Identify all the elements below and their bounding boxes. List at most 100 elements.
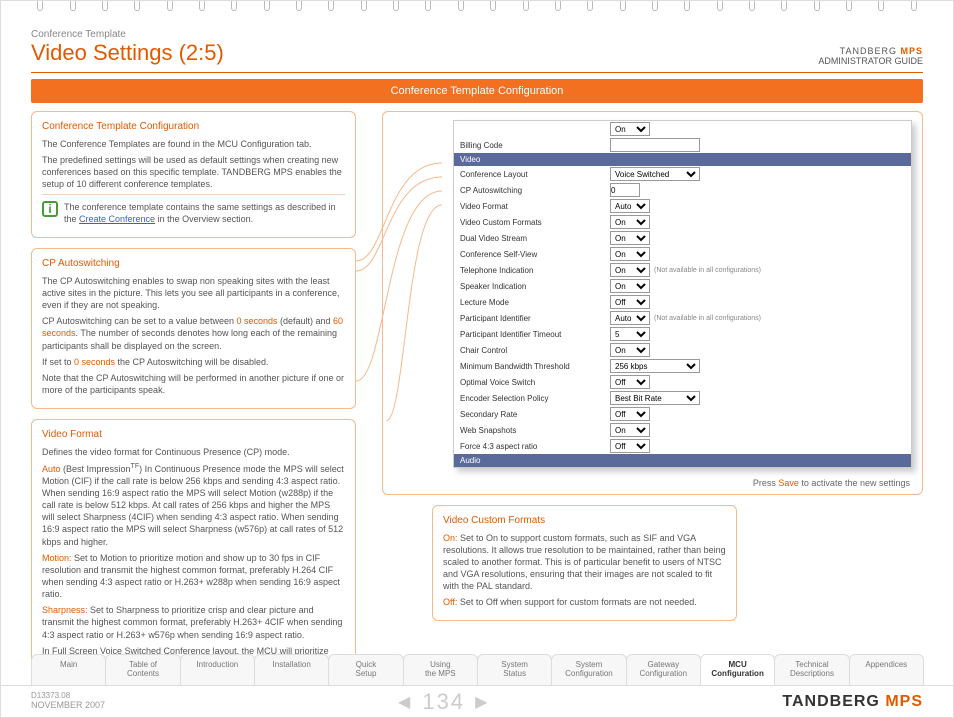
setting-row: Participant Identifier Timeout5: [454, 326, 911, 342]
cp-p2: CP Autoswitching can be set to a value b…: [42, 315, 345, 351]
setting-row: Optimal Voice SwitchOff: [454, 374, 911, 390]
setting-label: Conference Self-View: [460, 250, 610, 259]
header-rule: [31, 72, 923, 73]
page-number: 134: [422, 689, 465, 715]
footer-brand: TANDBERG MPS: [782, 693, 923, 711]
brand-main: TANDBERG: [840, 46, 897, 56]
setting-row: Web SnapshotsOn: [454, 422, 911, 438]
nav-tabs: MainTable ofContentsIntroductionInstalla…: [31, 654, 923, 685]
setting-label: Telephone Indication: [460, 266, 610, 275]
nav-tab[interactable]: QuickSetup: [328, 654, 403, 685]
setting-row: Participant IdentifierAuto (Not available…: [454, 310, 911, 326]
setting-label: Conference Layout: [460, 170, 610, 179]
setting-select[interactable]: Off: [610, 439, 650, 453]
prev-page-arrow-icon[interactable]: ◀: [398, 692, 412, 712]
setting-label: Dual Video Stream: [460, 234, 610, 243]
setting-note: (Not available in all configurations): [654, 315, 761, 322]
guide-label: ADMINISTRATOR GUIDE: [818, 56, 923, 66]
nav-tab[interactable]: Usingthe MPS: [403, 654, 478, 685]
setting-select[interactable]: 5: [610, 327, 650, 341]
config-info-post: in the Overview section.: [155, 214, 253, 224]
vcf-box: Video Custom Formats On: Set to On to su…: [432, 505, 737, 621]
setting-label: Web Snapshots: [460, 426, 610, 435]
vf-auto: Auto (Best ImpressionTF) In Continuous P…: [42, 462, 345, 548]
nav-tab[interactable]: Main: [31, 654, 106, 685]
page-footer: D13373.08 NOVEMBER 2007 ◀ 134 ▶ TANDBERG…: [1, 685, 953, 717]
setting-input[interactable]: [610, 138, 700, 152]
setting-label: Speaker Indication: [460, 282, 610, 291]
setting-label: Minimum Bandwidth Threshold: [460, 362, 610, 371]
setting-row: Speaker IndicationOn: [454, 278, 911, 294]
setting-row: Chair ControlOn: [454, 342, 911, 358]
setting-row: Billing Code: [454, 137, 911, 153]
vf-motion: Motion: Set to Motion to prioritize moti…: [42, 552, 345, 601]
setting-input[interactable]: [610, 183, 640, 197]
nav-tab[interactable]: GatewayConfiguration: [626, 654, 701, 685]
setting-select[interactable]: On: [610, 423, 650, 437]
setting-select[interactable]: On: [610, 215, 650, 229]
setting-label: Participant Identifier Timeout: [460, 330, 610, 339]
screenshot-container: OnBilling CodeVideoConference LayoutVoic…: [382, 111, 923, 495]
setting-label: Video Custom Formats: [460, 218, 610, 227]
settings-screenshot: OnBilling CodeVideoConference LayoutVoic…: [453, 120, 912, 468]
setting-select[interactable]: On: [610, 247, 650, 261]
template-label: Conference Template: [31, 29, 224, 40]
setting-row: Conference Self-ViewOn: [454, 246, 911, 262]
setting-select[interactable]: On: [610, 343, 650, 357]
nav-tab[interactable]: Appendices: [849, 654, 924, 685]
cp-p1: The CP Autoswitching enables to swap non…: [42, 275, 345, 311]
nav-tab[interactable]: TechnicalDescriptions: [774, 654, 849, 685]
spiral-binding: [1, 1, 953, 15]
setting-select[interactable]: On: [610, 122, 650, 136]
create-conference-link[interactable]: Create Conference: [79, 214, 155, 224]
setting-row: Lecture ModeOff: [454, 294, 911, 310]
setting-row: CP Autoswitching: [454, 182, 911, 198]
setting-select[interactable]: On: [610, 231, 650, 245]
vf-sharp: Sharpness: Set to Sharpness to prioritiz…: [42, 604, 345, 640]
setting-select[interactable]: Voice Switched: [610, 167, 700, 181]
setting-note: (Not available in all configurations): [654, 267, 761, 274]
pager: ◀ 134 ▶: [105, 689, 782, 715]
setting-row: Video FormatAuto: [454, 198, 911, 214]
cp-heading: CP Autoswitching: [42, 257, 345, 271]
setting-select[interactable]: Off: [610, 375, 650, 389]
setting-label: Billing Code: [460, 141, 610, 150]
nav-tab[interactable]: SystemConfiguration: [551, 654, 626, 685]
nav-tab[interactable]: MCUConfiguration: [700, 654, 775, 685]
config-heading: Conference Template Configuration: [42, 120, 345, 134]
config-p2: The predefined settings will be used as …: [42, 154, 345, 190]
nav-tab[interactable]: Table ofContents: [105, 654, 180, 685]
setting-select[interactable]: On: [610, 263, 650, 277]
nav-tab[interactable]: Installation: [254, 654, 329, 685]
config-info: The conference template contains the sam…: [64, 201, 345, 225]
setting-select[interactable]: Best Bit Rate: [610, 391, 700, 405]
setting-select[interactable]: On: [610, 279, 650, 293]
setting-select[interactable]: Off: [610, 407, 650, 421]
setting-select[interactable]: Auto: [610, 199, 650, 213]
setting-select[interactable]: Auto: [610, 311, 650, 325]
vcf-off: Off: Set to Off when support for custom …: [443, 596, 726, 608]
config-box: Conference Template Configuration The Co…: [31, 111, 356, 238]
vf-p1: Defines the video format for Continuous …: [42, 446, 345, 458]
config-p1: The Conference Templates are found in th…: [42, 138, 345, 150]
next-page-arrow-icon[interactable]: ▶: [475, 692, 489, 712]
nav-tab[interactable]: SystemStatus: [477, 654, 552, 685]
vf-box: Video Format Defines the video format fo…: [31, 419, 356, 682]
setting-row: Secondary RateOff: [454, 406, 911, 422]
setting-row: Force 4:3 aspect ratioOff: [454, 438, 911, 454]
save-note: Press Save to activate the new settings: [393, 474, 912, 490]
setting-select[interactable]: Off: [610, 295, 650, 309]
brand-line: TANDBERG MPS: [818, 46, 923, 56]
setting-label: Force 4:3 aspect ratio: [460, 442, 610, 451]
vf-heading: Video Format: [42, 428, 345, 442]
setting-row: Dual Video StreamOn: [454, 230, 911, 246]
cp-p4: Note that the CP Autoswitching will be p…: [42, 372, 345, 396]
setting-row: Encoder Selection PolicyBest Bit Rate: [454, 390, 911, 406]
setting-select[interactable]: 256 kbps: [610, 359, 700, 373]
setting-label: Encoder Selection Policy: [460, 394, 610, 403]
nav-tab[interactable]: Introduction: [180, 654, 255, 685]
cp-box: CP Autoswitching The CP Autoswitching en…: [31, 248, 356, 409]
setting-label: Participant Identifier: [460, 314, 610, 323]
section-band: Video: [454, 153, 911, 166]
info-icon: i: [42, 201, 58, 217]
